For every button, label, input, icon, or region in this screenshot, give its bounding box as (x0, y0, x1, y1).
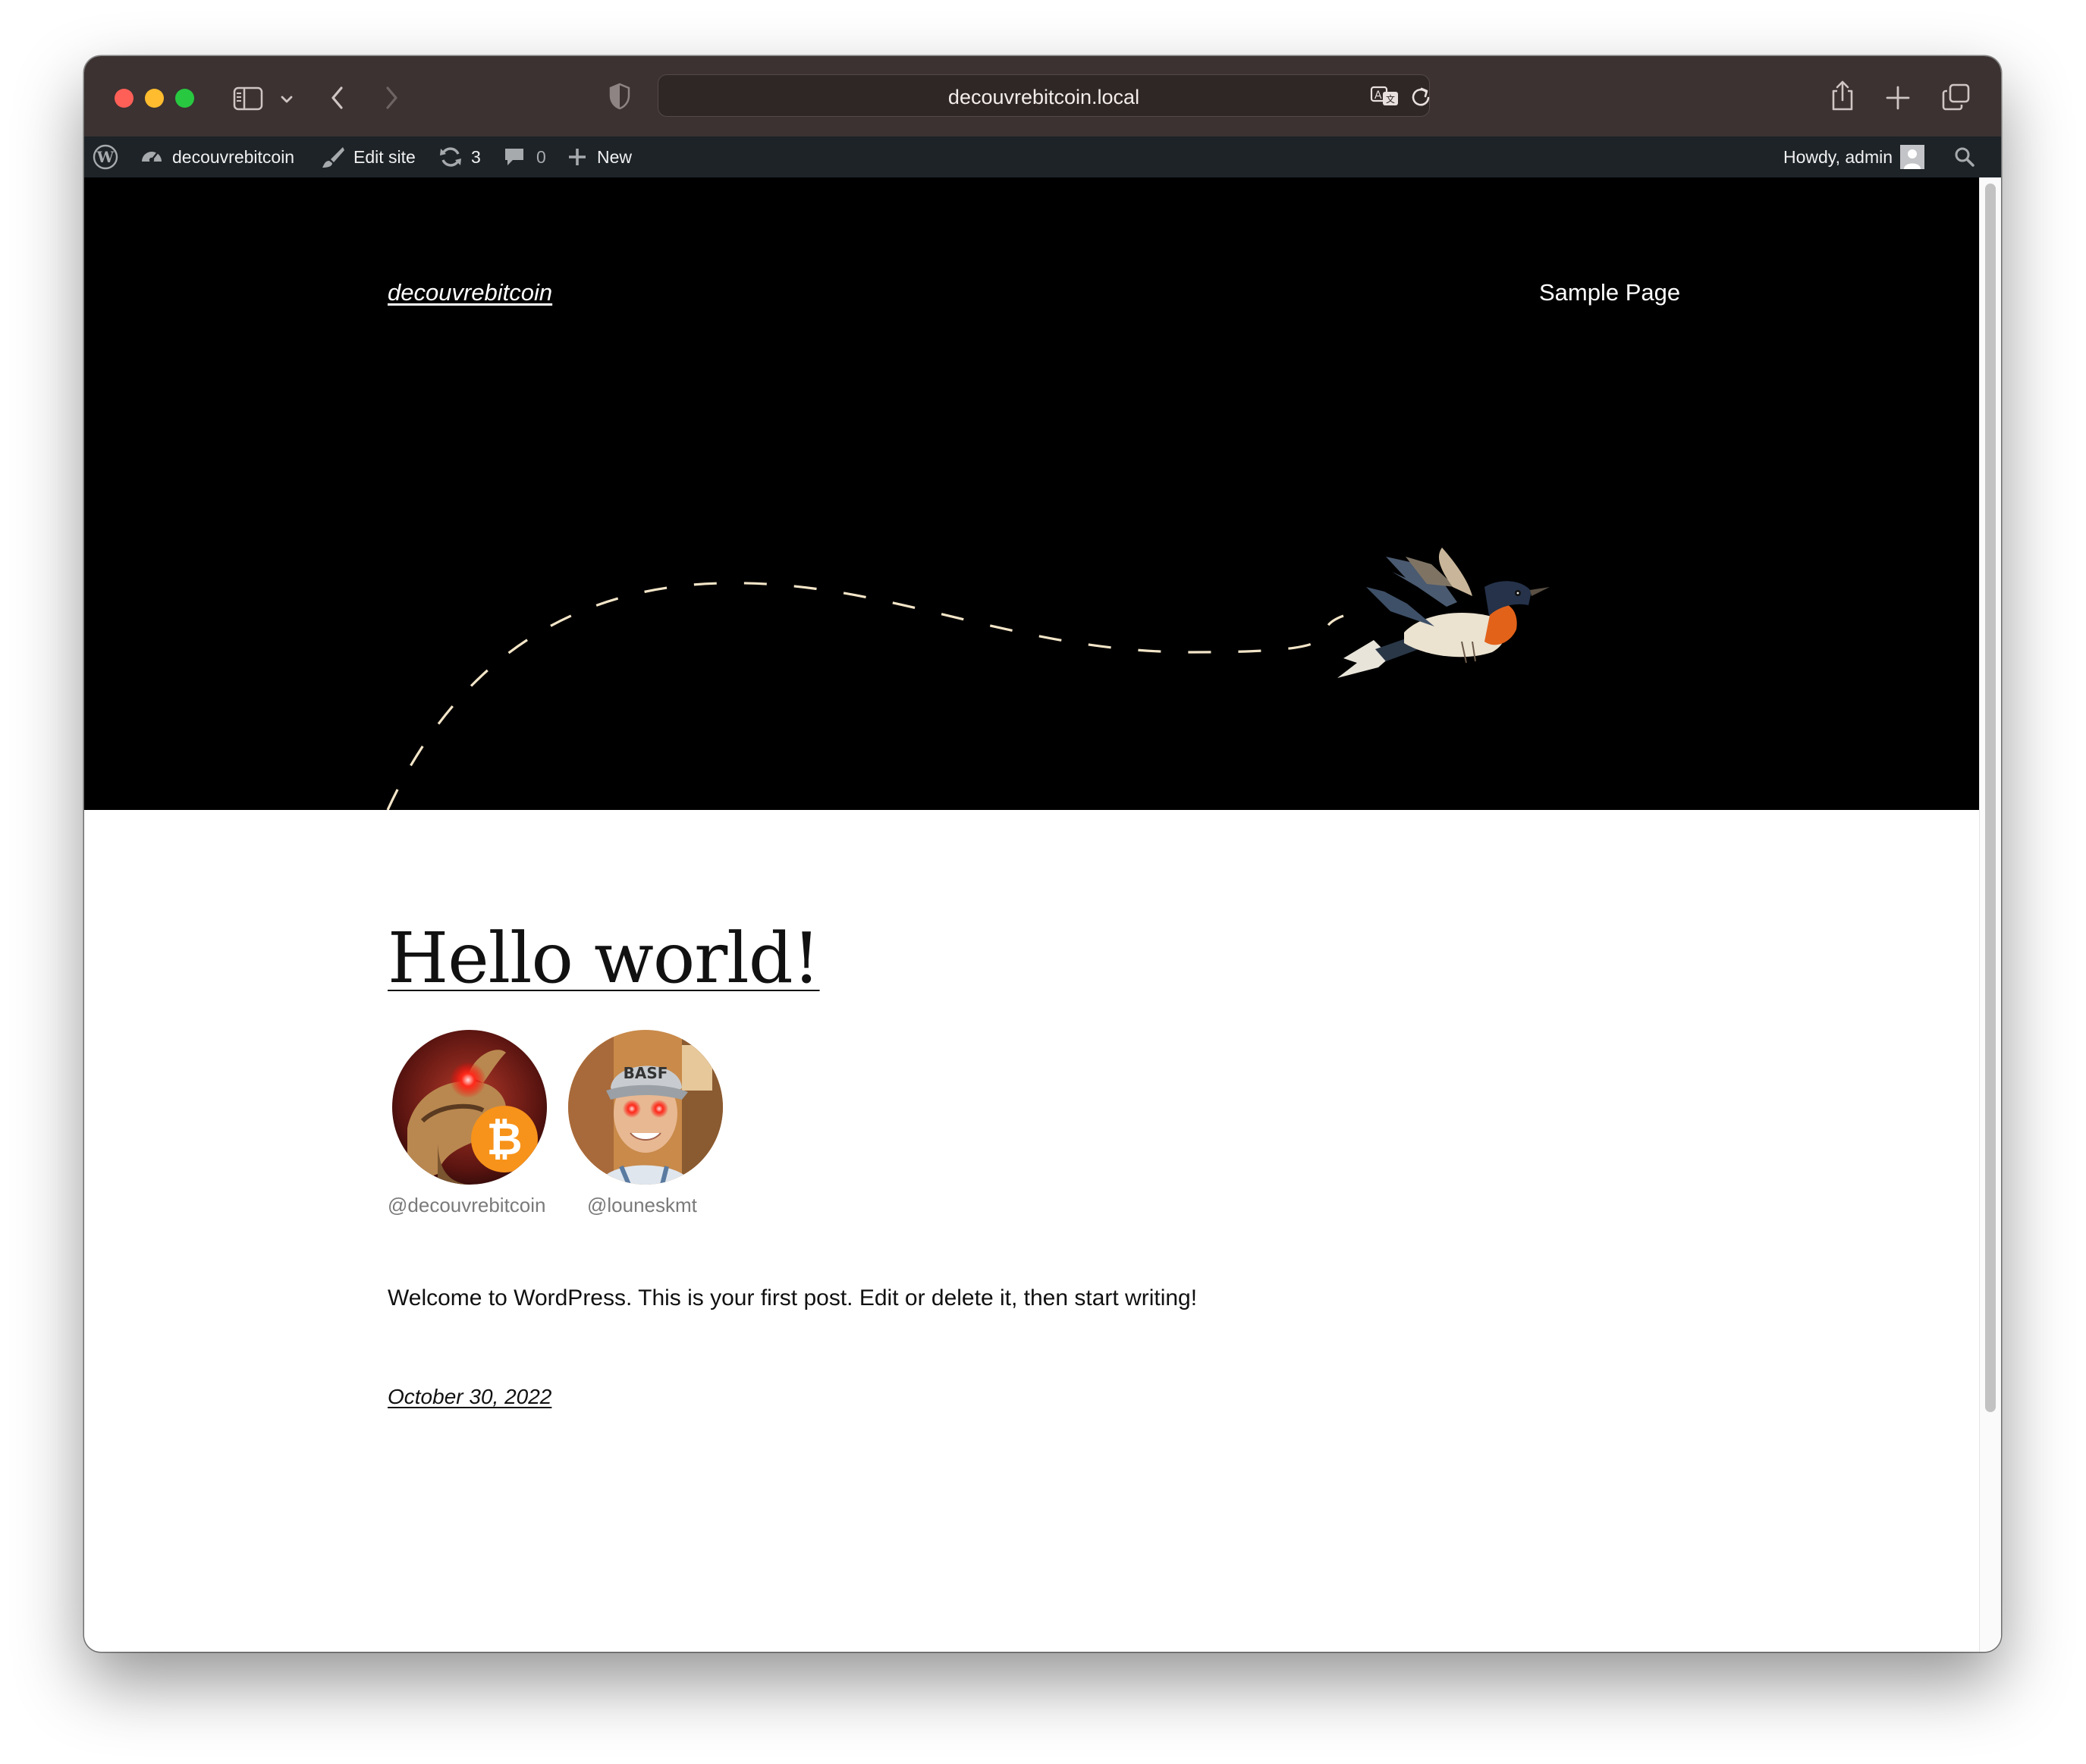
new-content-menu[interactable]: New (567, 137, 632, 177)
site-name-menu[interactable]: decouvrebitcoin (139, 137, 294, 177)
site-name-label: decouvrebitcoin (172, 146, 295, 167)
svg-text:文: 文 (1386, 93, 1395, 105)
updates-count: 3 (471, 146, 481, 167)
new-label: New (597, 146, 633, 167)
search-icon (1955, 147, 1974, 167)
hero-illustration (386, 548, 1550, 810)
author-handle[interactable]: @decouvrebitcoin (388, 1194, 546, 1217)
browser-window: decouvrebitcoin.local A 文 W decouvrebitc… (84, 56, 2001, 1652)
updates-link[interactable]: 3 (438, 137, 481, 177)
wordpress-menu[interactable]: W (92, 137, 119, 177)
page-scrollbar[interactable] (1979, 177, 2001, 1652)
reload-icon[interactable] (1409, 84, 1432, 108)
site-header: decouvrebitcoin Sample Page (84, 177, 1979, 810)
comment-icon (505, 149, 523, 165)
edit-site-label: Edit site (353, 146, 416, 167)
bitcoin-mascot-avatar: ₿ (392, 1030, 547, 1185)
greeting-label: Howdy, admin (1783, 146, 1893, 167)
post-content: Welcome to WordPress. This is your first… (388, 1285, 1198, 1310)
comments-count: 0 (536, 146, 546, 167)
close-window-button[interactable] (115, 89, 134, 108)
author-handle[interactable]: @louneskmt (587, 1194, 697, 1217)
wordpress-logo-icon: W (93, 144, 118, 170)
new-tab-icon[interactable] (1885, 85, 1911, 111)
translate-icon[interactable]: A 文 (1370, 84, 1400, 108)
zoom-window-button[interactable] (175, 89, 194, 108)
admin-search[interactable] (1953, 137, 1976, 177)
author-avatar-decouvrebitcoin[interactable]: ₿ (392, 1030, 547, 1185)
avatar-icon (1900, 145, 1925, 169)
svg-text:₿: ₿ (486, 1113, 522, 1165)
my-account-menu[interactable]: Howdy, admin (1783, 137, 1925, 177)
forward-icon[interactable] (382, 85, 401, 111)
post-title-link[interactable]: Hello world! (388, 918, 821, 999)
svg-text:W: W (96, 148, 115, 166)
bird-illustration (1337, 548, 1550, 678)
tabs-overview-icon[interactable] (1941, 82, 1971, 112)
brush-icon (322, 147, 344, 168)
person-photo-avatar: BASF (568, 1030, 723, 1185)
wp-admin-bar: W decouvrebitcoin Edit site 3 0 New Howd… (84, 137, 2001, 177)
author-avatar-louneskmt[interactable]: BASF (568, 1030, 723, 1185)
back-icon[interactable] (328, 85, 347, 111)
share-icon[interactable] (1829, 79, 1856, 112)
chevron-down-icon[interactable] (280, 94, 294, 105)
post-date-link[interactable]: October 30, 2022 (388, 1385, 551, 1409)
url-text: decouvrebitcoin.local (947, 86, 1140, 108)
updates-icon (440, 147, 461, 167)
shield-icon[interactable] (608, 82, 632, 111)
comments-link[interactable]: 0 (503, 137, 546, 177)
dashboard-icon (142, 152, 162, 163)
address-bar[interactable]: decouvrebitcoin.local A 文 (658, 74, 1430, 117)
flight-path (386, 582, 1344, 810)
minimize-window-button[interactable] (145, 89, 164, 108)
svg-text:A: A (1374, 89, 1382, 102)
svg-text:BASF: BASF (624, 1064, 668, 1082)
scrollbar-thumb[interactable] (1985, 184, 1996, 1412)
sidebar-icon[interactable] (233, 86, 263, 111)
browser-toolbar: decouvrebitcoin.local A 文 (84, 56, 2001, 137)
edit-site-link[interactable]: Edit site (320, 137, 416, 177)
plus-icon (569, 149, 586, 165)
